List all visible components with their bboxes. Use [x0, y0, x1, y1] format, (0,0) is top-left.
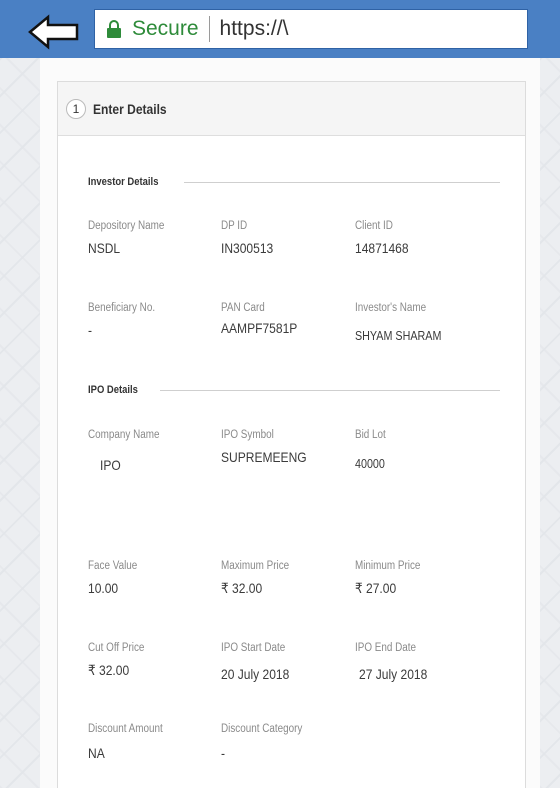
minimum-price-label: Minimum Price — [355, 560, 421, 572]
depository-name-value: NSDL — [88, 240, 121, 256]
card-title: Enter Details — [93, 100, 167, 117]
cut-off-price-value: ₹ 32.00 — [88, 662, 130, 678]
discount-category-value: - — [221, 745, 226, 761]
background-pattern-left — [0, 58, 40, 788]
maximum-price-value: ₹ 32.00 — [221, 580, 263, 596]
address-bar[interactable]: Secure https://\ — [94, 9, 528, 49]
client-id-label: Client ID — [355, 220, 393, 232]
ipo-start-date-value: 20 July 2018 — [221, 666, 290, 682]
section-divider — [160, 389, 500, 391]
ipo-details-title: IPO Details — [88, 384, 138, 396]
minimum-price-value: ₹ 27.00 — [355, 580, 397, 596]
section-divider — [183, 181, 500, 183]
card-header[interactable]: 1 Enter Details — [58, 82, 525, 136]
left-arrow-icon[interactable] — [28, 14, 80, 50]
ipo-end-date-label: IPO End Date — [355, 642, 417, 654]
face-value-value: 10.00 — [88, 580, 119, 596]
investor-details-heading: Investor Details — [88, 176, 500, 188]
url-text[interactable]: https://\ — [220, 17, 289, 41]
ipo-symbol-label: IPO Symbol — [221, 429, 274, 441]
discount-amount-value: NA — [88, 745, 105, 761]
browser-toolbar: Secure https://\ — [0, 0, 560, 58]
address-separator — [208, 16, 210, 42]
company-name-label: Company Name — [88, 429, 160, 441]
investor-name-value: SHYAM SHARAM — [355, 329, 442, 343]
face-value-label: Face Value — [88, 560, 138, 572]
ipo-end-date-value: 27 July 2018 — [359, 666, 428, 682]
discount-category-label: Discount Category — [221, 723, 303, 735]
beneficiary-value: - — [88, 322, 93, 338]
bid-lot-value: 40000 — [355, 457, 385, 471]
background-pattern-right — [540, 58, 560, 788]
pan-card-value: AAMPF7581P — [221, 320, 298, 336]
pan-card-label: PAN Card — [221, 302, 265, 314]
investor-name-label: Investor's Name — [355, 302, 427, 314]
ipo-symbol-value: SUPREMEENG — [221, 449, 307, 465]
ipo-start-date-label: IPO Start Date — [221, 642, 286, 654]
maximum-price-label: Maximum Price — [221, 560, 290, 572]
discount-amount-label: Discount Amount — [88, 723, 163, 735]
depository-name-label: Depository Name — [88, 220, 165, 232]
client-id-value: 14871468 — [355, 240, 409, 256]
ipo-details-heading: IPO Details — [88, 384, 500, 396]
enter-details-card: 1 Enter Details Investor Details Deposit… — [57, 81, 526, 788]
lock-icon — [107, 20, 121, 38]
dp-id-value: IN300513 — [221, 240, 274, 256]
investor-details-title: Investor Details — [88, 176, 159, 188]
secure-label: Secure — [132, 17, 199, 40]
cut-off-price-label: Cut Off Price — [88, 642, 145, 654]
beneficiary-label: Beneficiary No. — [88, 302, 156, 314]
company-name-value: IPO — [100, 457, 121, 473]
dp-id-label: DP ID — [221, 220, 248, 232]
bid-lot-label: Bid Lot — [355, 429, 386, 441]
step-number-badge: 1 — [66, 98, 86, 119]
